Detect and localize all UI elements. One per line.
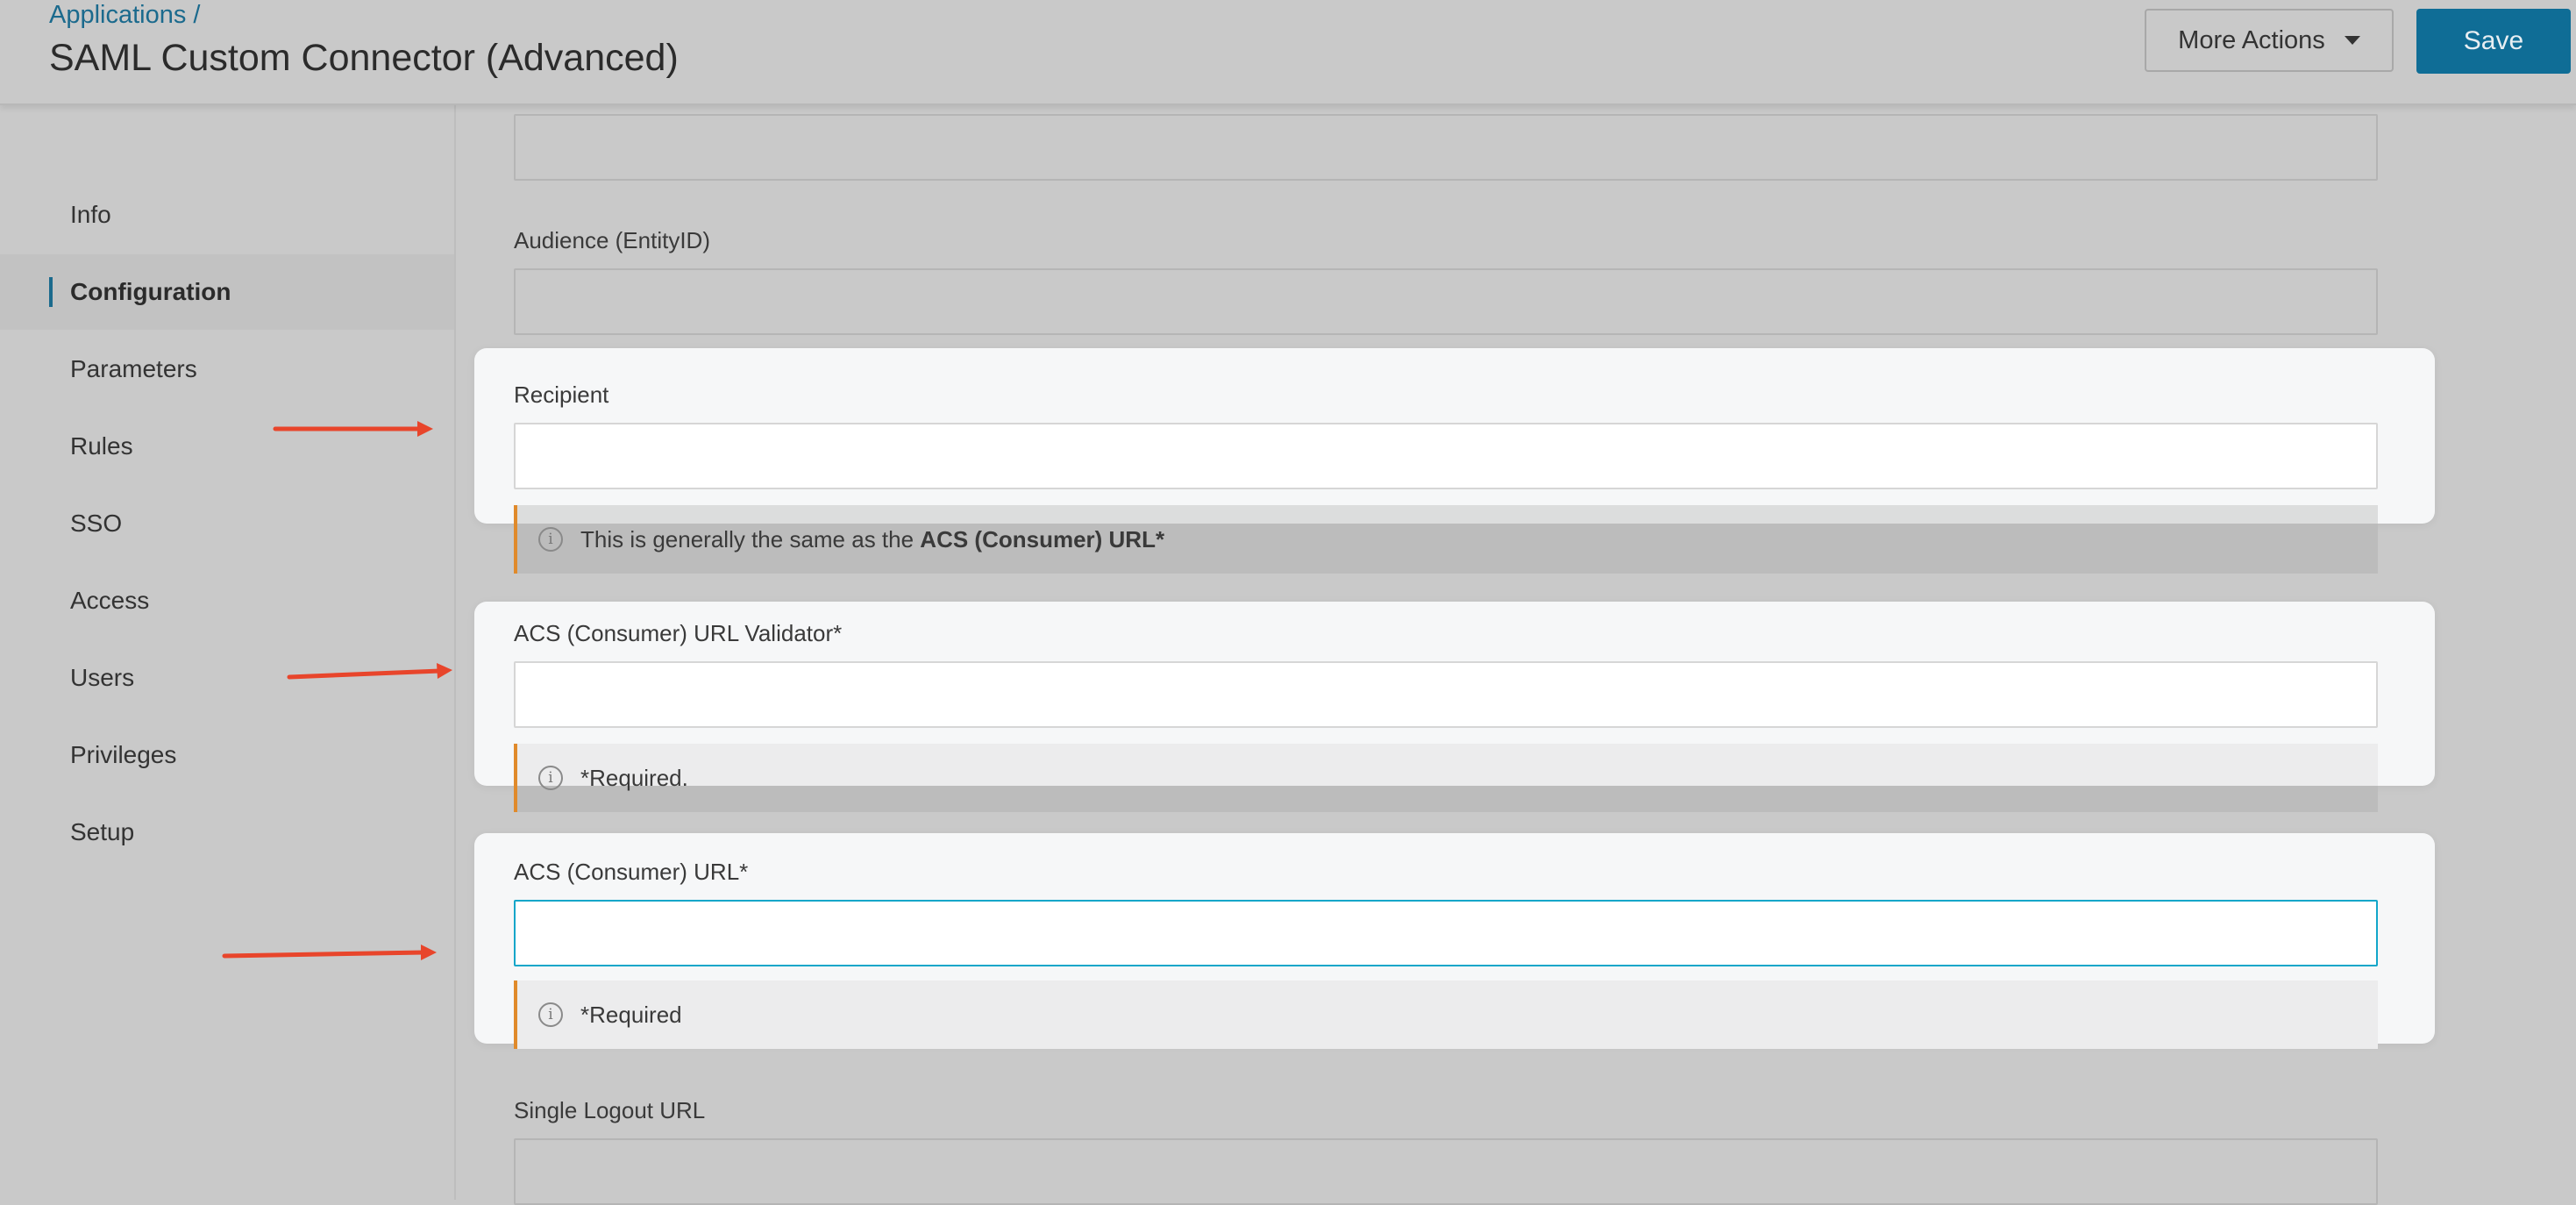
info-icon: i: [538, 766, 563, 790]
annotation-arrow-icon: [222, 945, 437, 960]
annotation-arrow-icon: [287, 663, 452, 680]
audience-label: Audience (EntityID): [514, 227, 710, 253]
acs-url-note: i *Required: [514, 980, 2378, 1049]
more-actions-label: More Actions: [2178, 25, 2325, 54]
audience-input[interactable]: [514, 268, 2378, 335]
acs-validator-note-text: *Required.: [580, 764, 688, 791]
sidebar-item-configuration[interactable]: Configuration: [0, 254, 454, 330]
card-overlap: [517, 505, 2378, 524]
acs-validator-label: ACS (Consumer) URL Validator*: [514, 620, 843, 646]
acs-url-input[interactable]: [514, 900, 2378, 966]
sidebar: Info Configuration Parameters Rules SSO …: [0, 105, 456, 1200]
annotation-arrow-icon: [273, 421, 433, 437]
acs-url-label: ACS (Consumer) URL*: [514, 859, 749, 885]
sidebar-item-info[interactable]: Info: [0, 177, 454, 253]
recipient-label: Recipient: [514, 381, 609, 408]
page-title: SAML Custom Connector (Advanced): [49, 37, 679, 79]
more-actions-button[interactable]: More Actions: [2145, 9, 2394, 72]
page-header: Applications / SAML Custom Connector (Ad…: [0, 0, 2576, 105]
caret-down-icon: [2344, 36, 2360, 45]
recipient-input[interactable]: [514, 423, 2378, 489]
save-button[interactable]: Save: [2416, 9, 2571, 74]
single-logout-label: Single Logout URL: [514, 1097, 706, 1123]
recipient-note-bold: ACS (Consumer) URL*: [920, 525, 1165, 553]
sidebar-item-sso[interactable]: SSO: [0, 486, 454, 561]
sidebar-item-setup[interactable]: Setup: [0, 795, 454, 870]
info-icon: i: [538, 1002, 563, 1027]
sidebar-item-privileges[interactable]: Privileges: [0, 717, 454, 793]
acs-validator-input[interactable]: [514, 661, 2378, 728]
recipient-note-text: This is generally the same as the: [580, 525, 921, 553]
single-logout-input[interactable]: [514, 1138, 2378, 1205]
acs-url-note-text: *Required: [580, 1001, 682, 1028]
sidebar-item-access[interactable]: Access: [0, 563, 454, 638]
top-field-input[interactable]: [514, 114, 2378, 181]
sidebar-item-parameters[interactable]: Parameters: [0, 332, 454, 407]
info-icon: i: [538, 527, 563, 552]
acs-validator-note: i *Required.: [514, 744, 2378, 812]
breadcrumb[interactable]: Applications /: [49, 0, 201, 30]
